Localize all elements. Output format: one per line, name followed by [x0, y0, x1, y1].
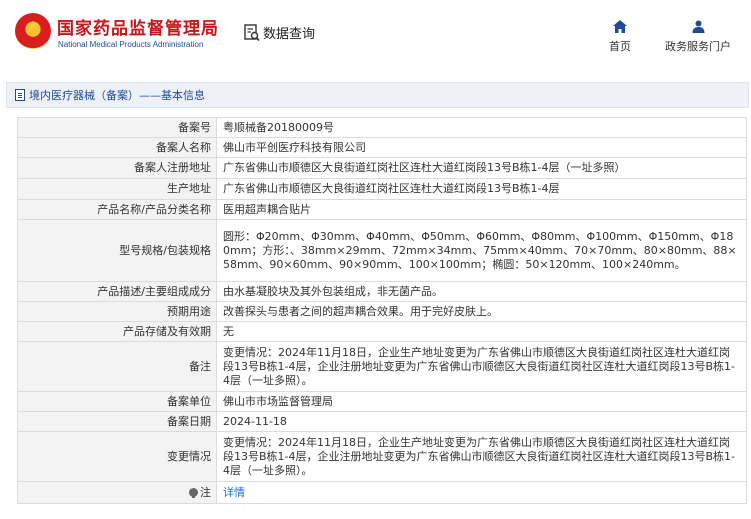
table-row: 生产地址 广东省佛山市顺德区大良街道红岗社区连杜大道红岗段13号B栋1-4层 — [17, 178, 747, 200]
row-value: 佛山市市场监督管理局 — [216, 391, 747, 412]
table-row: 备案单位 佛山市市场监督管理局 — [17, 391, 747, 412]
table-row: 预期用途 改善探头与患者之间的超声耦合效果。用于完好皮肤上。 — [17, 301, 747, 322]
table-row: 产品描述/主要组成成分 由水基凝胶块及其外包装组成，非无菌产品。 — [17, 281, 747, 302]
nav-home[interactable]: 首页 — [603, 18, 637, 54]
data-query-link[interactable]: 数据查询 — [244, 23, 315, 42]
database-search-icon — [244, 23, 260, 42]
table-row: 注 详情 — [17, 481, 747, 504]
breadcrumb: 境内医疗器械（备案）——基本信息 — [6, 82, 749, 108]
row-label: 型号规格/包装规格 — [17, 219, 217, 282]
row-value: 2024-11-18 — [216, 411, 747, 432]
row-value: 佛山市平创医疗科技有限公司 — [216, 137, 747, 158]
table-row: 备案人名称 佛山市平创医疗科技有限公司 — [17, 137, 747, 158]
user-icon — [655, 18, 741, 34]
details-link[interactable]: 详情 — [216, 481, 747, 504]
row-value: 粤顺械备20180009号 — [216, 117, 747, 138]
table-row: 备注 变更情况：2024年11月18日，企业生产地址变更为广东省佛山市顺德区大良… — [17, 341, 747, 392]
row-label: 备案人注册地址 — [17, 157, 217, 179]
site-subtitle: National Medical Products Administration — [58, 40, 204, 49]
detail-table: 备案号 粤顺械备20180009号 备案人名称 佛山市平创医疗科技有限公司 备案… — [17, 117, 747, 504]
table-row: 产品名称/产品分类名称 医用超声耦合贴片 — [17, 199, 747, 220]
site-header: ★ 国家药品监督管理局 National Medical Products Ad… — [0, 0, 751, 66]
row-label: 预期用途 — [17, 301, 217, 322]
row-label: 产品存储及有效期 — [17, 321, 217, 342]
row-value: 变更情况：2024年11月18日，企业生产地址变更为广东省佛山市顺德区大良街道红… — [216, 341, 747, 392]
row-label: 产品名称/产品分类名称 — [17, 199, 217, 220]
table-row: 备案人注册地址 广东省佛山市顺德区大良街道红岗社区连杜大道红岗段13号B栋1-4… — [17, 157, 747, 179]
national-emblem-icon: ★ — [15, 13, 51, 49]
table-row: 型号规格/包装规格 圆形：Φ20mm、Φ30mm、Φ40mm、Φ50mm、Φ60… — [17, 219, 747, 282]
row-label: 备注 — [17, 341, 217, 392]
table-row: 产品存储及有效期 无 — [17, 321, 747, 342]
note-icon — [189, 487, 198, 498]
row-label: 备案单位 — [17, 391, 217, 412]
home-icon — [603, 18, 637, 34]
breadcrumb-text: 境内医疗器械（备案）——基本信息 — [29, 89, 205, 102]
nav-service-portal[interactable]: 政务服务门户 — [655, 18, 741, 54]
document-icon — [15, 89, 25, 101]
row-value: 广东省佛山市顺德区大良街道红岗社区连杜大道红岗段13号B栋1-4层（一址多照） — [216, 157, 747, 179]
table-row: 备案日期 2024-11-18 — [17, 411, 747, 432]
note-label: 注 — [17, 481, 217, 504]
row-value: 医用超声耦合贴片 — [216, 199, 747, 220]
table-row: 备案号 粤顺械备20180009号 — [17, 117, 747, 138]
nav-home-label: 首页 — [609, 40, 631, 53]
note-label-text: 注 — [200, 485, 211, 499]
row-value: 改善探头与患者之间的超声耦合效果。用于完好皮肤上。 — [216, 301, 747, 322]
row-value: 无 — [216, 321, 747, 342]
nav-portal-label: 政务服务门户 — [665, 40, 731, 53]
row-label: 产品描述/主要组成成分 — [17, 281, 217, 302]
row-label: 变更情况 — [17, 431, 217, 482]
table-row: 变更情况 变更情况：2024年11月18日，企业生产地址变更为广东省佛山市顺德区… — [17, 431, 747, 482]
data-query-label: 数据查询 — [263, 27, 316, 42]
row-value: 由水基凝胶块及其外包装组成，非无菌产品。 — [216, 281, 747, 302]
site-title[interactable]: 国家药品监督管理局 — [57, 14, 219, 39]
row-value: 圆形：Φ20mm、Φ30mm、Φ40mm、Φ50mm、Φ60mm、Φ80mm、Φ… — [216, 219, 747, 282]
row-value: 变更情况：2024年11月18日，企业生产地址变更为广东省佛山市顺德区大良街道红… — [216, 431, 747, 482]
row-value: 广东省佛山市顺德区大良街道红岗社区连杜大道红岗段13号B栋1-4层 — [216, 178, 747, 200]
row-label: 备案号 — [17, 117, 217, 138]
row-label: 备案日期 — [17, 411, 217, 432]
row-label: 生产地址 — [17, 178, 217, 200]
row-label: 备案人名称 — [17, 137, 217, 158]
